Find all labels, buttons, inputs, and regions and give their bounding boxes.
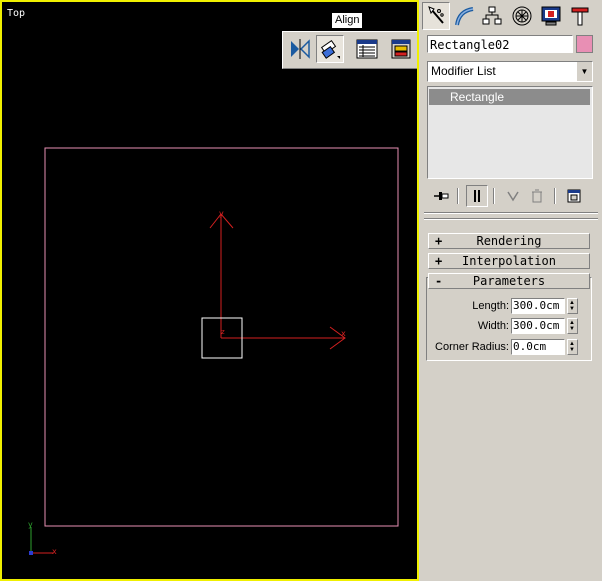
gizmo-y-label: y bbox=[219, 209, 224, 218]
tripod-x-label: x bbox=[52, 547, 57, 556]
remove-modifier-button[interactable] bbox=[526, 185, 548, 207]
align-button[interactable] bbox=[316, 35, 344, 63]
rollout-expand-icon: + bbox=[435, 254, 443, 268]
length-spinner[interactable]: ▲ ▼ bbox=[567, 298, 578, 314]
axis-tripod: y x bbox=[28, 520, 57, 556]
remove-modifier-icon bbox=[532, 189, 542, 203]
align-icon bbox=[320, 39, 340, 59]
utilities-tab-icon bbox=[571, 7, 589, 26]
corner-radius-spinner[interactable]: ▲ ▼ bbox=[567, 339, 578, 355]
transform-gizmo[interactable]: y x z bbox=[201, 209, 346, 359]
rollout-title: Rendering bbox=[476, 234, 542, 248]
create-tab-icon bbox=[428, 6, 444, 24]
gizmo-z-label: z bbox=[221, 328, 225, 336]
configure-sets-icon bbox=[567, 189, 581, 203]
length-label: Length: bbox=[472, 300, 509, 312]
modifier-stack[interactable]: Rectangle bbox=[427, 86, 593, 179]
width-row: Width: 300.0cm ▲ ▼ bbox=[427, 318, 597, 334]
rollout-rendering[interactable]: + Rendering bbox=[428, 233, 590, 249]
show-end-result-icon bbox=[474, 190, 480, 202]
parameters-group: Length: 300.0cm ▲ ▼ Width: 300.0cm ▲ ▼ Cor… bbox=[426, 277, 592, 361]
curve-editor-button[interactable] bbox=[387, 35, 415, 63]
make-unique-icon bbox=[507, 191, 519, 202]
tab-hierarchy[interactable] bbox=[478, 2, 506, 30]
hierarchy-tab-icon bbox=[482, 6, 502, 25]
width-field[interactable]: 300.0cm bbox=[511, 318, 565, 334]
tab-modify[interactable] bbox=[450, 2, 478, 30]
corner-radius-label: Corner Radius: bbox=[435, 341, 509, 353]
length-field[interactable]: 300.0cm bbox=[511, 298, 565, 314]
modifier-list-label: Modifier List bbox=[431, 64, 496, 78]
width-label: Width: bbox=[477, 320, 509, 332]
show-end-result-button[interactable] bbox=[466, 185, 488, 207]
mirror-icon bbox=[291, 39, 310, 59]
stack-toolbar bbox=[420, 185, 602, 207]
command-panel-tabs bbox=[420, 0, 602, 32]
object-color-swatch[interactable] bbox=[576, 35, 593, 53]
corner-radius-row: Corner Radius: 0.0cm ▲ ▼ bbox=[427, 339, 597, 355]
width-spinner[interactable]: ▲ ▼ bbox=[567, 318, 578, 334]
pin-stack-icon bbox=[434, 192, 449, 200]
make-unique-button[interactable] bbox=[502, 185, 524, 207]
viewport-canvas: y x z y x bbox=[28, 147, 399, 556]
separator bbox=[424, 212, 598, 214]
rollout-title: Parameters bbox=[472, 274, 546, 288]
rollout-title: Interpolation bbox=[462, 254, 556, 268]
rollout-area: + Rendering + Interpolation Length: 300.… bbox=[424, 227, 594, 581]
tripod-y-label: y bbox=[28, 520, 33, 529]
mirror-button[interactable] bbox=[286, 35, 314, 63]
dropdown-arrow-icon[interactable]: ▼ bbox=[576, 62, 592, 81]
tab-display[interactable] bbox=[537, 2, 565, 30]
gizmo-x-label: x bbox=[341, 329, 346, 338]
layer-manager-button[interactable] bbox=[353, 35, 381, 63]
curve-editor-icon bbox=[391, 39, 411, 59]
corner-radius-field[interactable]: 0.0cm bbox=[511, 339, 565, 355]
tab-utilities[interactable] bbox=[566, 2, 594, 30]
rollout-expand-icon: + bbox=[435, 234, 443, 248]
modifier-list-dropdown[interactable]: Modifier List ▼ bbox=[427, 61, 593, 82]
rollout-parameters[interactable]: - Parameters bbox=[428, 273, 590, 289]
pin-stack-button[interactable] bbox=[430, 185, 452, 207]
stack-item-rectangle[interactable]: Rectangle bbox=[429, 89, 590, 105]
top-viewport[interactable]: Top y x z y x Align bbox=[0, 0, 419, 581]
configure-sets-button[interactable] bbox=[563, 185, 585, 207]
align-tooltip: Align bbox=[331, 12, 364, 29]
modify-tab-icon bbox=[455, 7, 474, 26]
separator bbox=[424, 218, 598, 220]
display-tab-icon bbox=[541, 6, 561, 26]
tab-create[interactable] bbox=[422, 2, 450, 30]
command-panel: Rectangle02 Modifier List ▼ Rectangle + … bbox=[420, 0, 602, 581]
rollout-collapse-icon: - bbox=[435, 274, 443, 288]
object-name-field[interactable]: Rectangle02 bbox=[427, 35, 573, 53]
layer-manager-icon bbox=[356, 39, 378, 59]
motion-tab-icon bbox=[512, 6, 532, 26]
rollout-interpolation[interactable]: + Interpolation bbox=[428, 253, 590, 269]
floating-toolbar bbox=[282, 31, 417, 69]
length-row: Length: 300.0cm ▲ ▼ bbox=[427, 298, 597, 314]
tab-motion[interactable] bbox=[508, 2, 536, 30]
